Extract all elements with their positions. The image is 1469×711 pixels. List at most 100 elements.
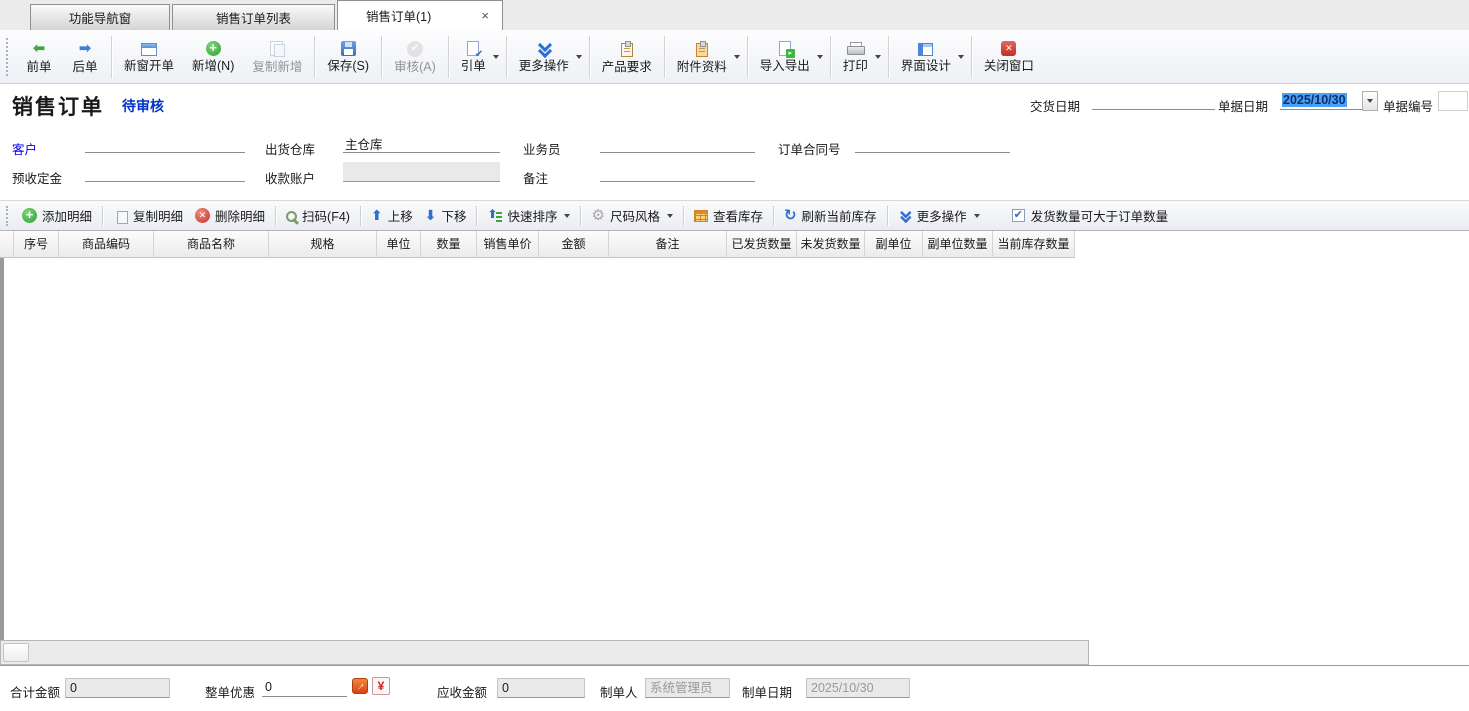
- remark-input[interactable]: [600, 163, 755, 182]
- save-button[interactable]: 保存(S): [318, 32, 378, 82]
- dropdown-arrow-icon[interactable]: [817, 55, 823, 59]
- close-tab-icon[interactable]: ×: [478, 8, 492, 23]
- col-sub-unit[interactable]: 副单位: [865, 231, 923, 258]
- rounding-icon[interactable]: [372, 677, 390, 695]
- dropdown-arrow-icon[interactable]: [734, 55, 740, 59]
- date-dropdown-button[interactable]: [1362, 91, 1378, 111]
- table-header-row: 序号 商品编码 商品名称 规格 单位 数量 销售单价 金额 备注 已发货数量 未…: [0, 231, 1469, 258]
- next-order-button[interactable]: 后单: [62, 32, 108, 82]
- size-style-button[interactable]: 尺码风格: [585, 203, 678, 228]
- col-product-code[interactable]: 商品编码: [59, 231, 154, 258]
- warehouse-label: 出货仓库: [265, 139, 315, 158]
- account-input: [343, 162, 500, 182]
- ui-design-icon: [918, 43, 933, 56]
- move-up-button[interactable]: 上移: [365, 203, 419, 228]
- deposit-label: 预收定金: [12, 168, 62, 187]
- tab-function-nav[interactable]: 功能导航窗: [30, 4, 170, 30]
- warehouse-input[interactable]: [343, 134, 500, 153]
- contract-no-label: 订单合同号: [778, 139, 841, 158]
- dropdown-arrow-icon[interactable]: [974, 214, 980, 218]
- doc-no-input[interactable]: [1438, 91, 1468, 111]
- col-quantity[interactable]: 数量: [421, 231, 477, 258]
- attachments-button[interactable]: 附件资料: [668, 32, 744, 82]
- col-unit-price[interactable]: 销售单价: [477, 231, 539, 258]
- deposit-input[interactable]: [85, 163, 245, 182]
- toolbar-separator: [683, 206, 684, 226]
- create-date-label: 制单日期: [742, 682, 792, 701]
- dropdown-arrow-icon[interactable]: [958, 55, 964, 59]
- salesman-input[interactable]: [600, 134, 755, 153]
- table-body[interactable]: [4, 258, 1469, 640]
- dropdown-arrow-icon[interactable]: [493, 55, 499, 59]
- toolbar-separator: [314, 36, 315, 78]
- delete-detail-button[interactable]: 删除明细: [189, 203, 271, 228]
- import-export-button[interactable]: 导入导出: [751, 32, 827, 82]
- move-down-button[interactable]: 下移: [419, 203, 473, 228]
- customer-input[interactable]: [85, 134, 245, 153]
- dropdown-arrow-icon[interactable]: [564, 214, 570, 218]
- new-order-button[interactable]: 新增(N): [183, 32, 243, 82]
- contract-no-input[interactable]: [855, 134, 1010, 153]
- col-spec[interactable]: 规格: [269, 231, 377, 258]
- salesman-label: 业务员: [523, 139, 561, 158]
- col-sub-unit-qty[interactable]: 副单位数量: [923, 231, 993, 258]
- scan-icon: [286, 211, 297, 222]
- add-circle-icon: [206, 41, 221, 56]
- print-button[interactable]: 打印: [834, 32, 885, 82]
- col-current-stock[interactable]: 当前库存数量: [993, 231, 1075, 258]
- horizontal-scrollbar[interactable]: [0, 640, 1089, 665]
- col-seq-no[interactable]: 序号: [14, 231, 59, 258]
- close-window-button[interactable]: 关闭窗口: [975, 32, 1043, 82]
- toolbar-grip: [6, 38, 10, 76]
- scrollbar-thumb[interactable]: [3, 643, 29, 662]
- over-ship-checkbox-label: 发货数量可大于订单数量: [1031, 206, 1169, 225]
- refresh-stock-button[interactable]: 刷新当前库存: [778, 203, 883, 228]
- col-shipped-qty[interactable]: 已发货数量: [727, 231, 797, 258]
- prev-order-button[interactable]: 前单: [16, 32, 62, 82]
- toolbar-separator: [381, 36, 382, 78]
- ui-design-button[interactable]: 界面设计: [892, 32, 968, 82]
- view-stock-button[interactable]: 查看库存: [688, 203, 769, 228]
- more-detail-actions-button[interactable]: 更多操作: [892, 203, 986, 228]
- delivery-date-input[interactable]: [1092, 91, 1215, 110]
- toolbar-separator: [448, 36, 449, 78]
- tab-bar: 功能导航窗 销售订单列表 销售订单(1) ×: [0, 0, 1469, 30]
- close-window-icon: [1001, 41, 1016, 56]
- order-discount-input[interactable]: 0: [262, 678, 347, 697]
- col-unshipped-qty[interactable]: 未发货数量: [797, 231, 865, 258]
- over-ship-checkbox[interactable]: [1012, 209, 1025, 222]
- add-detail-button[interactable]: 添加明细: [16, 203, 98, 228]
- col-amount[interactable]: 金额: [539, 231, 609, 258]
- total-amount-label: 合计金额: [10, 682, 60, 701]
- quick-sort-button[interactable]: 快速排序: [481, 203, 576, 228]
- toolbar-separator: [971, 36, 972, 78]
- toolbar-separator: [664, 36, 665, 78]
- more-actions-button[interactable]: 更多操作: [510, 32, 586, 82]
- col-unit[interactable]: 单位: [377, 231, 421, 258]
- copy-detail-button[interactable]: 复制明细: [107, 203, 189, 228]
- dropdown-arrow-icon[interactable]: [667, 214, 673, 218]
- audit-button[interactable]: 审核(A): [385, 32, 445, 82]
- totals-footer: 合计金额 0 整单优惠 0 应收金额 0 制单人 系统管理员 制单日期 2025…: [0, 665, 1469, 711]
- copy-new-button[interactable]: 复制新增: [243, 32, 311, 82]
- dropdown-arrow-icon[interactable]: [875, 55, 881, 59]
- toolbar-grip: [6, 206, 10, 226]
- save-icon: [341, 41, 356, 56]
- tab-sales-order-list[interactable]: 销售订单列表: [172, 4, 335, 30]
- creator-value: 系统管理员: [645, 678, 730, 698]
- items-table: 序号 商品编码 商品名称 规格 单位 数量 销售单价 金额 备注 已发货数量 未…: [0, 230, 1469, 640]
- doc-no-label: 单据编号: [1383, 96, 1433, 115]
- product-requirements-button[interactable]: 产品要求: [593, 32, 661, 82]
- col-remark[interactable]: 备注: [609, 231, 727, 258]
- discount-edit-icon[interactable]: [352, 678, 368, 694]
- dropdown-arrow-icon[interactable]: [576, 55, 582, 59]
- page-title: 销售订单: [12, 91, 104, 121]
- scan-barcode-button[interactable]: 扫码(F4): [280, 203, 356, 228]
- col-product-name[interactable]: 商品名称: [154, 231, 269, 258]
- toolbar-separator: [773, 206, 774, 226]
- doc-date-input[interactable]: 2025/10/30: [1280, 91, 1362, 110]
- pull-order-button[interactable]: 引单: [452, 32, 503, 82]
- new-window-order-button[interactable]: 新窗开单: [115, 32, 183, 82]
- row-selector-header: [0, 231, 14, 258]
- tab-sales-order[interactable]: 销售订单(1) ×: [337, 0, 503, 30]
